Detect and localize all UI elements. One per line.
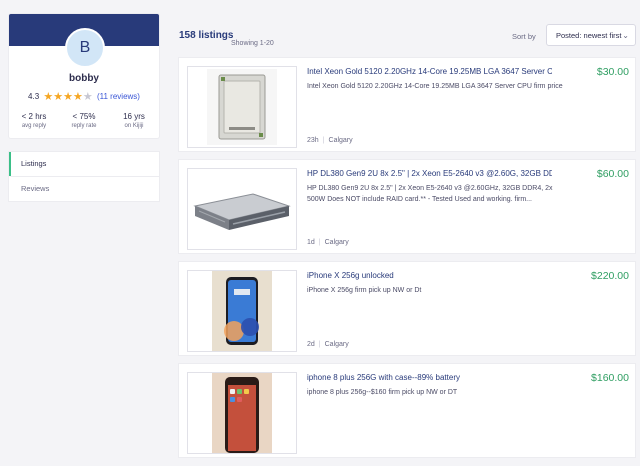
avatar[interactable]: B xyxy=(65,28,105,68)
star-icon: ★ xyxy=(43,91,54,103)
listing-description: Intel Xeon Gold 5120 2.20GHz 14-Core 19.… xyxy=(307,83,563,90)
listing-description: iphone 8 plus 256g--$160 firm pick up NW… xyxy=(307,389,458,396)
showing-range: Showing 1-20 xyxy=(231,40,274,47)
sort-label: Sort by xyxy=(512,32,536,41)
reviews-link[interactable]: (11 reviews) xyxy=(97,92,140,101)
listing-meta: 1d | Calgary xyxy=(307,239,349,246)
listing-item[interactable]: Intel Xeon Gold 5120 2.20GHz 14-Core 19.… xyxy=(179,58,635,151)
listing-location: Calgary xyxy=(324,341,349,348)
iphone-8-image[interactable] xyxy=(187,372,297,454)
sort-select[interactable]: Posted: newest first ⌄ xyxy=(546,24,636,46)
listing-title[interactable]: HP DL380 Gen9 2U 8x 2.5" | 2x Xeon E5-26… xyxy=(307,169,552,178)
iphone-x-image[interactable] xyxy=(187,270,297,352)
star-empty-icon: ★ xyxy=(82,91,93,103)
results-header: 158 listings Showing 1-20 Sort by Posted… xyxy=(179,24,640,54)
chevron-down-icon: ⌄ xyxy=(622,31,629,40)
stat-value: < 2 hrs xyxy=(21,112,47,121)
stat-label: on Kijiji xyxy=(124,123,144,129)
listing-count: 158 listings xyxy=(179,30,234,41)
listing-price: $220.00 xyxy=(591,270,629,282)
seller-name: bobby xyxy=(69,73,99,84)
stat-value: < 75% xyxy=(72,112,96,121)
listing-location: Calgary xyxy=(328,137,353,144)
listing-title[interactable]: Intel Xeon Gold 5120 2.20GHz 14-Core 19.… xyxy=(307,67,552,76)
listing-price: $60.00 xyxy=(596,168,629,180)
stat-label: reply rate xyxy=(71,123,97,129)
star-icon: ★ xyxy=(73,91,83,103)
listing-age: 2d xyxy=(307,341,315,348)
listing-list: Intel Xeon Gold 5120 2.20GHz 14-Core 19.… xyxy=(179,58,635,466)
listing-price: $30.00 xyxy=(596,66,629,78)
tab-listings[interactable]: Listings xyxy=(9,152,159,176)
listing-title[interactable]: iphone 8 plus 256G with case--89% batter… xyxy=(307,373,552,382)
rating-value: 4.3 xyxy=(28,92,40,101)
cpu-chip-image[interactable] xyxy=(187,66,297,148)
stat-label: avg reply xyxy=(21,123,47,129)
stat-years-on-kijiji: 16 yrs on Kijiji xyxy=(109,112,159,129)
seller-sidebar: B bobby 4.3 ★★★★★ (11 reviews) < 2 hrs a… xyxy=(9,14,159,201)
listing-item[interactable]: iphone 8 plus 256G with case--89% batter… xyxy=(179,364,635,457)
rating-stars: ★★★★★ xyxy=(43,91,92,103)
tab-reviews[interactable]: Reviews xyxy=(9,176,159,201)
stat-reply-rate: < 75% reply rate xyxy=(59,112,109,129)
listing-price: $160.00 xyxy=(591,372,629,384)
listing-meta: 23h | Calgary xyxy=(307,137,353,144)
listing-meta: 2d | Calgary xyxy=(307,341,349,348)
profile-tabs: Listings Reviews xyxy=(9,152,159,201)
listing-age: 1d xyxy=(307,239,315,246)
rack-server-image[interactable] xyxy=(187,168,297,250)
star-icon: ★ xyxy=(63,91,73,103)
stat-avg-reply: < 2 hrs avg reply xyxy=(9,112,59,129)
seller-stats: < 2 hrs avg reply < 75% reply rate 16 yr… xyxy=(9,112,159,129)
listing-age: 23h xyxy=(307,137,319,144)
star-icon: ★ xyxy=(53,91,64,103)
stat-value: 16 yrs xyxy=(123,112,145,121)
listing-location: Calgary xyxy=(324,239,349,246)
listing-item[interactable]: HP DL380 Gen9 2U 8x 2.5" | 2x Xeon E5-26… xyxy=(179,160,635,253)
listing-title[interactable]: iPhone X 256g unlocked xyxy=(307,271,552,280)
listing-description: iPhone X 256g firm pick up NW or Dt xyxy=(307,287,422,294)
listing-item[interactable]: iPhone X 256g unlocked iPhone X 256g fir… xyxy=(179,262,635,355)
sort-value: Posted: newest first xyxy=(556,31,622,40)
listing-description: HP DL380 Gen9 2U 8x 2.5" | 2x Xeon E5-26… xyxy=(307,185,553,203)
rating-row: 4.3 ★★★★★ (11 reviews) xyxy=(9,90,159,103)
profile-card: B bobby 4.3 ★★★★★ (11 reviews) < 2 hrs a… xyxy=(9,14,159,138)
